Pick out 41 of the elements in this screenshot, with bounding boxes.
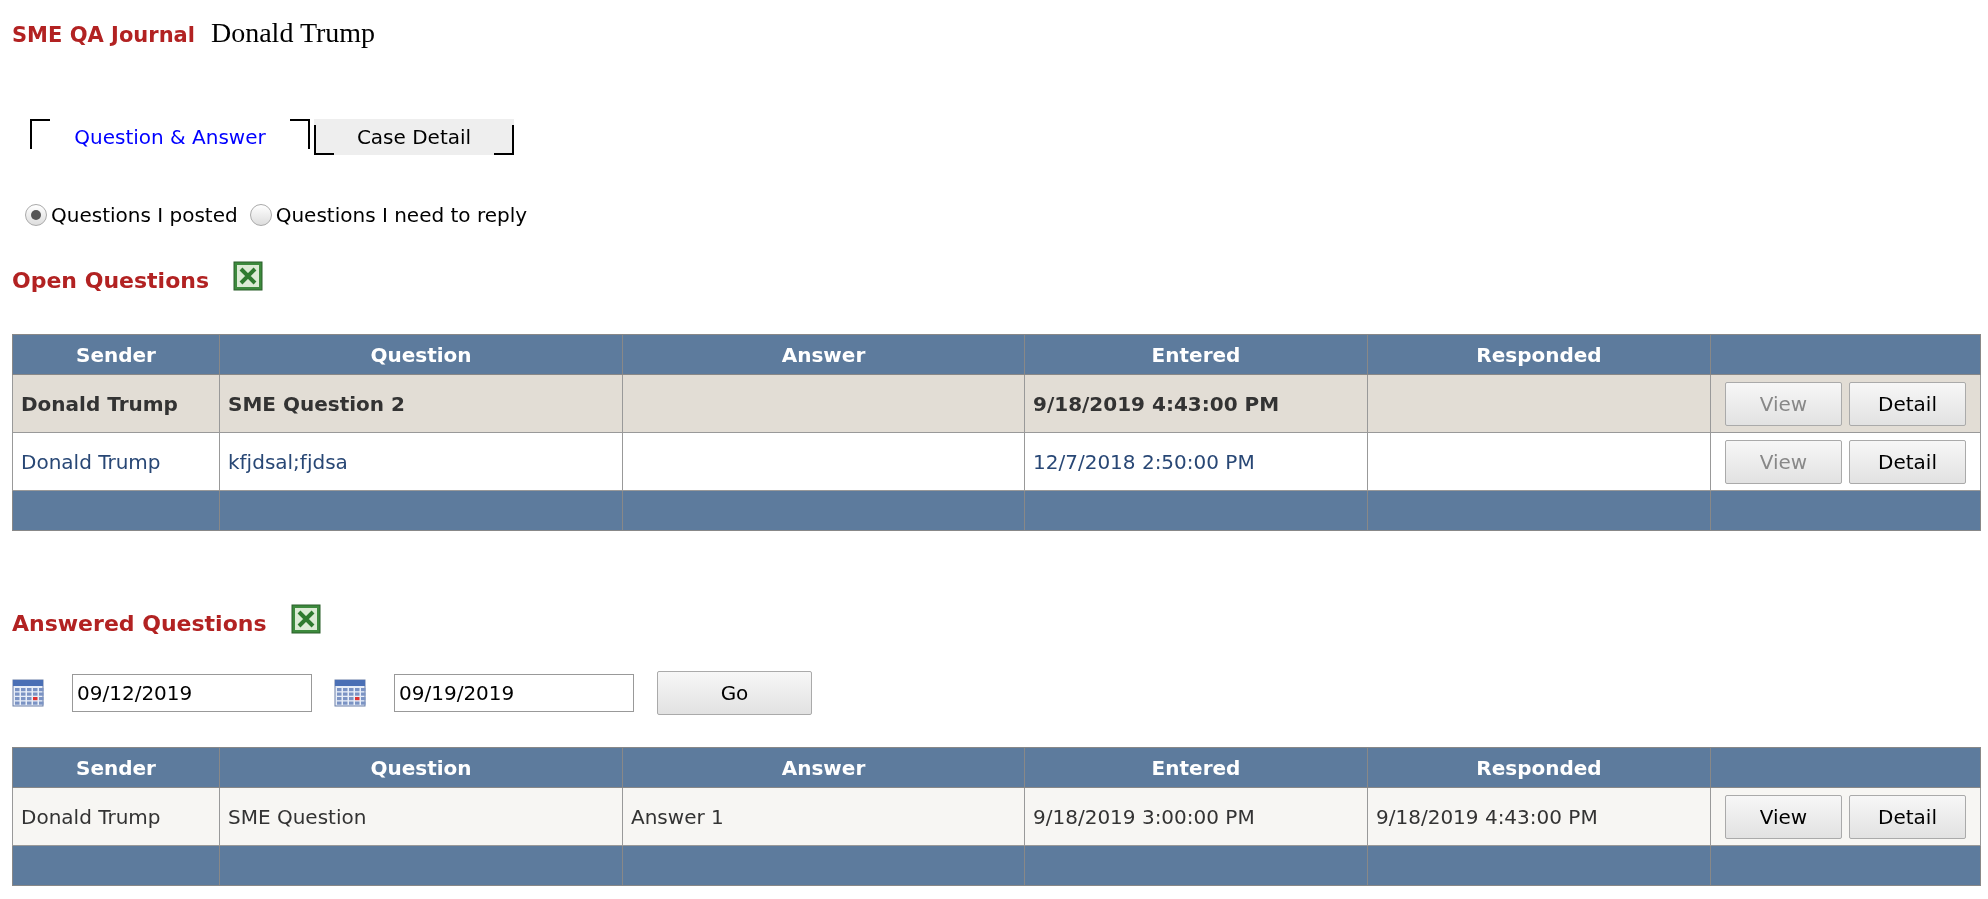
action-button[interactable]: Detail [1849, 794, 1966, 839]
tab[interactable]: Case Detail [314, 119, 514, 155]
calendar-icon[interactable] [12, 678, 44, 708]
action-button[interactable]: View [1725, 794, 1842, 839]
table-cell: Donald Trump [12, 432, 220, 491]
column-header: Sender [12, 334, 220, 375]
column-header: Answer [622, 334, 1025, 375]
calendar-icon[interactable] [334, 678, 366, 708]
user-name: Donald Trump [210, 16, 376, 50]
column-header: Entered [1024, 334, 1368, 375]
radio-button[interactable] [249, 204, 272, 226]
column-header: Responded [1367, 747, 1711, 788]
radio-button[interactable] [25, 204, 47, 226]
app-title: SME QA Journal [12, 22, 195, 49]
table-cell: Donald Trump [12, 787, 220, 846]
column-header: Sender [12, 747, 220, 788]
radio-label[interactable]: Questions I need to reply [275, 200, 528, 230]
table-cell: 9/18/2019 3:00:00 PM [1024, 787, 1368, 846]
spreadsheet-icon[interactable] [233, 261, 263, 291]
go-button[interactable]: Go [657, 671, 812, 715]
action-button[interactable]: Detail [1849, 439, 1966, 484]
action-button[interactable]: Detail [1849, 381, 1966, 426]
column-header: Question [219, 747, 623, 788]
column-header: Answer [622, 747, 1025, 788]
table-cell: SME Question [219, 787, 623, 846]
column-header: Responded [1367, 334, 1711, 375]
table-cell: 9/18/2019 4:43:00 PM [1024, 374, 1368, 433]
table-cell: kfjdsal;fjdsa [219, 432, 623, 491]
table-cell: 12/7/2018 2:50:00 PM [1024, 432, 1368, 491]
radio-label[interactable]: Questions I posted [51, 200, 238, 230]
table-cell: Answer 1 [622, 787, 1025, 846]
column-header: Question [219, 334, 623, 375]
spreadsheet-icon[interactable] [290, 604, 321, 634]
table-cell: 9/18/2019 4:43:00 PM [1367, 787, 1711, 846]
table-cell: Donald Trump [12, 374, 220, 433]
column-header: Entered [1024, 747, 1368, 788]
section-title: Answered Questions [12, 609, 267, 638]
table-cell: SME Question 2 [219, 374, 623, 433]
section-title: Open Questions [12, 266, 209, 295]
date-field[interactable]: 09/12/2019 [72, 674, 312, 712]
date-field[interactable]: 09/19/2019 [394, 674, 634, 712]
